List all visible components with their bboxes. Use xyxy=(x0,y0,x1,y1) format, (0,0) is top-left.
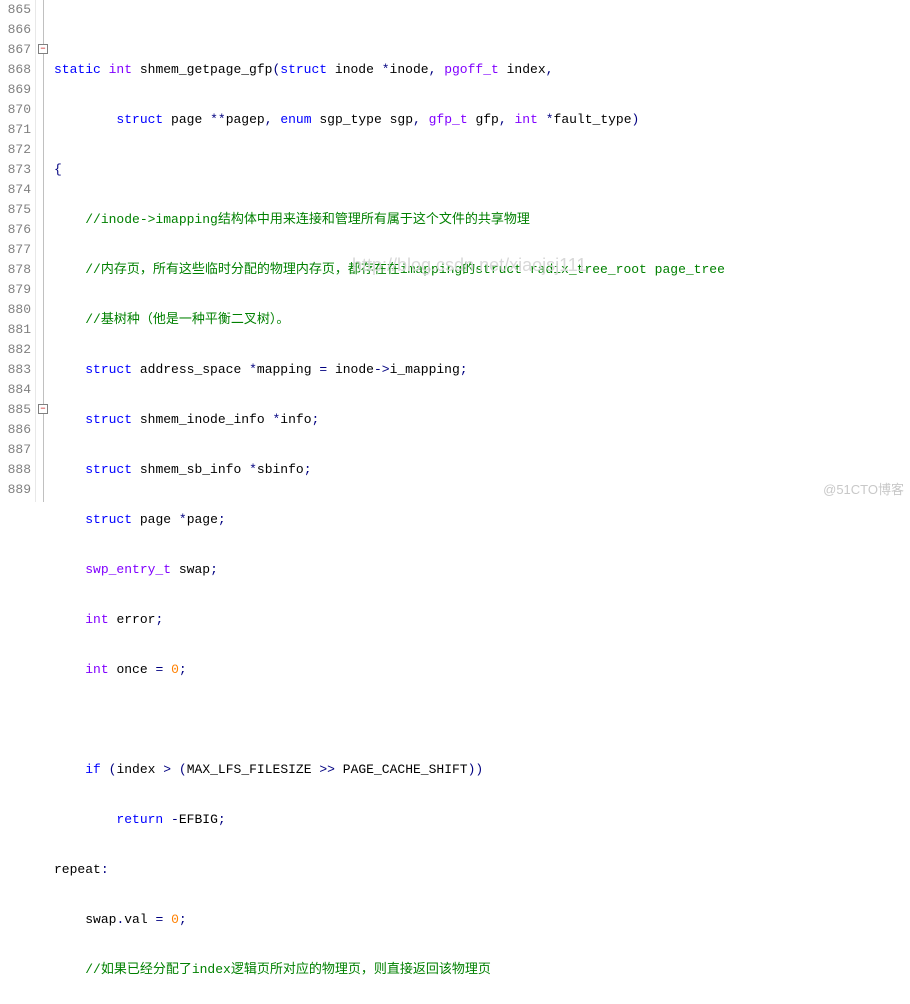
line-number: 889 xyxy=(0,480,31,500)
line-number: 877 xyxy=(0,240,31,260)
fold-column: − − xyxy=(36,0,52,502)
code-line: //基树种（他是一种平衡二叉树）。 xyxy=(54,310,910,330)
line-number: 868 xyxy=(0,60,31,80)
line-number: 866 xyxy=(0,20,31,40)
line-number: 865 xyxy=(0,0,31,20)
line-number: 879 xyxy=(0,280,31,300)
code-line: swap.val = 0; xyxy=(54,910,910,930)
line-number: 884 xyxy=(0,380,31,400)
code-line: int error; xyxy=(54,610,910,630)
line-number: 875 xyxy=(0,200,31,220)
line-number: 873 xyxy=(0,160,31,180)
code-line: return -EFBIG; xyxy=(54,810,910,830)
line-number-gutter: 8658668678688698708718728738748758768778… xyxy=(0,0,36,502)
code-area[interactable]: http://blog.csdn.net/xiaojsj111 static i… xyxy=(52,0,910,502)
code-line: //如果已经分配了index逻辑页所对应的物理页，则直接返回该物理页 xyxy=(54,960,910,980)
code-line: if (index > (MAX_LFS_FILESIZE >> PAGE_CA… xyxy=(54,760,910,780)
fold-toggle-icon[interactable]: − xyxy=(38,44,48,54)
fold-guide-line xyxy=(43,0,44,502)
code-line: repeat: xyxy=(54,860,910,880)
code-line: struct page **pagep, enum sgp_type sgp, … xyxy=(54,110,910,130)
code-line: //inode->imapping结构体中用来连接和管理所有属于这个文件的共享物… xyxy=(54,210,910,230)
line-number: 888 xyxy=(0,460,31,480)
code-line: int once = 0; xyxy=(54,660,910,680)
fold-toggle-icon[interactable]: − xyxy=(38,404,48,414)
code-line: //内存页，所有这些临时分配的物理内存页，都存在在imapping的struct… xyxy=(54,260,910,280)
code-line: { xyxy=(54,160,910,180)
code-editor: 8658668678688698708718728738748758768778… xyxy=(0,0,910,502)
line-number: 870 xyxy=(0,100,31,120)
code-line: swp_entry_t swap; xyxy=(54,560,910,580)
code-line: struct address_space *mapping = inode->i… xyxy=(54,360,910,380)
code-line xyxy=(54,710,910,730)
line-number: 867 xyxy=(0,40,31,60)
line-number: 887 xyxy=(0,440,31,460)
line-number: 885 xyxy=(0,400,31,420)
code-line: static int shmem_getpage_gfp(struct inod… xyxy=(54,60,910,80)
line-number: 876 xyxy=(0,220,31,240)
line-number: 880 xyxy=(0,300,31,320)
line-number: 878 xyxy=(0,260,31,280)
code-line: struct page *page; xyxy=(54,510,910,530)
line-number: 881 xyxy=(0,320,31,340)
code-line: struct shmem_inode_info *info; xyxy=(54,410,910,430)
line-number: 886 xyxy=(0,420,31,440)
line-number: 874 xyxy=(0,180,31,200)
line-number: 871 xyxy=(0,120,31,140)
line-number: 869 xyxy=(0,80,31,100)
line-number: 882 xyxy=(0,340,31,360)
code-line: struct shmem_sb_info *sbinfo; xyxy=(54,460,910,480)
line-number: 872 xyxy=(0,140,31,160)
line-number: 883 xyxy=(0,360,31,380)
